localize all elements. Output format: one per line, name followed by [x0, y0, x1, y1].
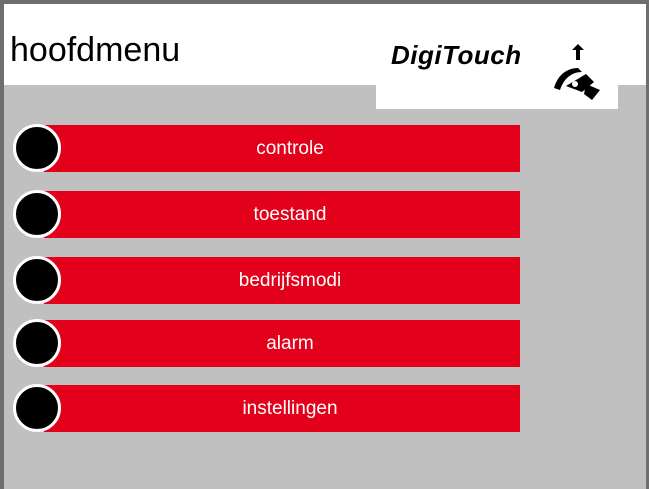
main-menu-screen: hoofdmenu DigiTouch controle toestand be…: [0, 0, 649, 489]
menu-select-dot-bedrijfsmodi[interactable]: [13, 256, 61, 304]
menu-button-instellingen[interactable]: instellingen: [44, 385, 520, 432]
menu-button-toestand[interactable]: toestand: [44, 191, 520, 238]
menu-select-dot-controle[interactable]: [13, 124, 61, 172]
digitouch-logo: DigiTouch: [376, 30, 618, 109]
menu-select-dot-toestand[interactable]: [13, 190, 61, 238]
menu-select-dot-instellingen[interactable]: [13, 384, 61, 432]
page-title: hoofdmenu: [10, 31, 181, 69]
menu-button-controle[interactable]: controle: [44, 125, 520, 172]
menu-button-alarm[interactable]: alarm: [44, 320, 520, 367]
menu-select-dot-alarm[interactable]: [13, 319, 61, 367]
menu-button-bedrijfsmodi[interactable]: bedrijfsmodi: [44, 257, 520, 304]
digitouch-hand-icon: [554, 44, 600, 100]
logo-text: DigiTouch: [391, 40, 522, 70]
